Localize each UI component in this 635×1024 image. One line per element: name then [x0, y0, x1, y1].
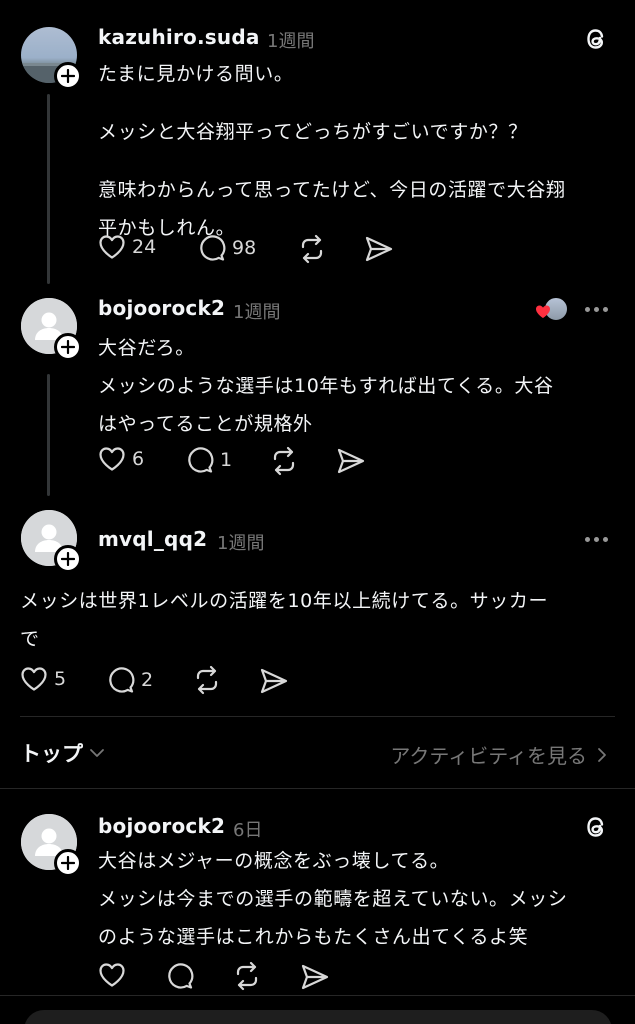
- more-icon[interactable]: [585, 537, 608, 542]
- post-line: のような選手はこれからもたくさん出てくるよ笑: [98, 926, 529, 948]
- post-line: 意味わからんって思ってたけど、今日の活躍で大谷翔: [98, 179, 566, 201]
- chevron-right-icon: [598, 747, 606, 762]
- post-4: bojoorock2 6日 大谷はメジャーの概念をぶっ壊してる。 メッシは今まで…: [0, 790, 635, 1000]
- heart-icon: [21, 667, 47, 691]
- view-activity-link[interactable]: アクティビティを見る: [390, 740, 607, 769]
- timestamp: 1週間: [217, 533, 265, 554]
- chevron-down-icon: [90, 749, 104, 757]
- repost-icon: [301, 234, 323, 264]
- like-button[interactable]: [98, 962, 126, 988]
- timestamp: 1週間: [267, 31, 315, 52]
- reply-button[interactable]: [166, 962, 194, 990]
- username[interactable]: bojoorock2: [98, 296, 225, 320]
- post-1: kazuhiro.suda 1週間 たまに見かける問い。 メッシと大谷翔平ってど…: [0, 0, 635, 290]
- like-count: 6: [132, 448, 145, 470]
- divider: [0, 995, 635, 996]
- repost-button[interactable]: [269, 446, 299, 476]
- post-3: mvql_qq2 1週間 メッシは世界1レベルの活躍を10年以上続けてる。サッカ…: [0, 500, 635, 720]
- threads-logo-icon[interactable]: [583, 813, 609, 845]
- activity-label: アクティビティを見る: [390, 744, 587, 768]
- comment-icon: [168, 963, 194, 989]
- post-line: 大谷だろ。: [98, 337, 195, 359]
- comment-icon: [188, 447, 214, 473]
- repost-button[interactable]: [297, 234, 327, 264]
- post-line: メッシのような選手は10年もすれば出てくる。大谷: [98, 375, 554, 397]
- sort-label: トップ: [20, 742, 83, 766]
- repost-icon: [273, 446, 295, 476]
- divider: [20, 716, 615, 717]
- reply-button[interactable]: 1: [186, 446, 232, 474]
- reply-composer[interactable]: [24, 1010, 612, 1024]
- like-button[interactable]: 5: [20, 666, 66, 692]
- threads-logo-icon[interactable]: [583, 25, 609, 57]
- username[interactable]: mvql_qq2: [98, 527, 207, 551]
- post-2: bojoorock2 1週間 大谷だろ。 メッシのような選手は10年もすれば出て…: [0, 290, 635, 500]
- comment-icon: [109, 667, 135, 693]
- repost-button[interactable]: [232, 961, 262, 991]
- timestamp: 6日: [233, 820, 263, 841]
- share-icon: [301, 964, 329, 990]
- liked-by-author-badge: [535, 296, 569, 322]
- like-count: 5: [54, 668, 67, 690]
- repost-button[interactable]: [192, 665, 222, 695]
- post-line: で: [20, 628, 40, 650]
- share-icon: [337, 448, 365, 474]
- more-icon[interactable]: [585, 307, 608, 312]
- share-button[interactable]: [300, 963, 330, 991]
- share-button[interactable]: [259, 667, 289, 695]
- post-line: 平かもしれん。: [98, 217, 236, 239]
- follow-plus-icon[interactable]: [54, 62, 82, 90]
- like-count: 24: [132, 236, 157, 258]
- comment-icon: [200, 235, 226, 261]
- username[interactable]: kazuhiro.suda: [98, 25, 260, 49]
- repost-icon: [236, 961, 258, 991]
- username[interactable]: bojoorock2: [98, 814, 225, 838]
- sort-dropdown[interactable]: トップ: [20, 738, 105, 768]
- post-line: はやってることが規格外: [98, 413, 313, 435]
- thread-line: [47, 94, 50, 284]
- reply-count: 98: [232, 237, 257, 259]
- heart-icon: [99, 447, 125, 471]
- timestamp: 1週間: [233, 302, 281, 323]
- share-button[interactable]: [364, 235, 394, 263]
- like-button[interactable]: 24: [98, 234, 156, 260]
- post-line: たまに見かける問い。: [98, 63, 294, 85]
- post-body: 大谷はメジャーの概念をぶっ壊してる。 メッシは今までの選手の範疇を超えていない。…: [98, 842, 618, 956]
- follow-plus-icon[interactable]: [54, 849, 82, 877]
- post-body: 大谷だろ。 メッシのような選手は10年もすれば出てくる。大谷 はやってることが規…: [98, 329, 618, 443]
- post-line: メッシは今までの選手の範疇を超えていない。メッシ: [98, 888, 568, 910]
- post-body: たまに見かける問い。 メッシと大谷翔平ってどっちがすごいですか？？ 意味わからん…: [98, 55, 608, 247]
- post-line: メッシは世界1レベルの活躍を10年以上続けてる。サッカー: [20, 590, 549, 612]
- reply-count: 2: [141, 669, 154, 691]
- post-line: 大谷はメジャーの概念をぶっ壊してる。: [98, 850, 450, 872]
- sort-bar: トップ アクティビティを見る: [0, 728, 635, 778]
- heart-icon: [99, 235, 125, 259]
- share-icon: [365, 236, 393, 262]
- thread-line: [47, 374, 50, 496]
- share-button[interactable]: [336, 447, 366, 475]
- heart-icon: [99, 963, 125, 987]
- reply-count: 1: [220, 449, 233, 471]
- heart-icon: [536, 305, 550, 318]
- reply-button[interactable]: 98: [198, 234, 256, 262]
- divider: [0, 788, 635, 789]
- repost-icon: [196, 665, 218, 695]
- post-line: メッシと大谷翔平ってどっちがすごいですか？？: [98, 121, 528, 143]
- follow-plus-icon[interactable]: [54, 545, 82, 573]
- share-icon: [260, 668, 288, 694]
- like-button[interactable]: 6: [98, 446, 144, 472]
- reply-button[interactable]: 2: [107, 666, 153, 694]
- post-body: メッシは世界1レベルの活躍を10年以上続けてる。サッカー で: [20, 582, 620, 658]
- follow-plus-icon[interactable]: [54, 333, 82, 361]
